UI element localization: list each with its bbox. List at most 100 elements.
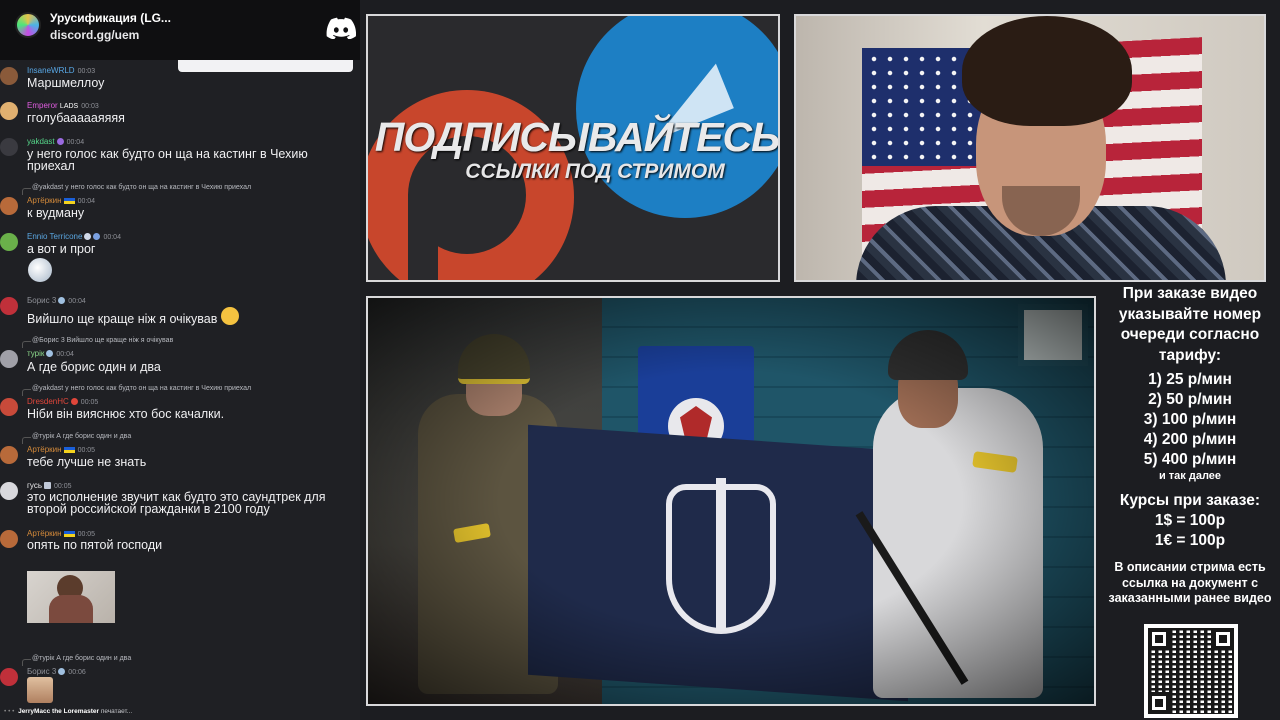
message-author[interactable]: Артёркин: [27, 445, 62, 454]
message-time: 00:04: [103, 234, 121, 241]
ship-icon: [84, 233, 92, 241]
avatar[interactable]: [0, 138, 18, 156]
reply-preview[interactable]: @Борис 3 Вийшло ще краще ніж я очікував: [21, 337, 173, 348]
avatar[interactable]: [0, 668, 18, 686]
avatar[interactable]: [0, 197, 18, 215]
message-author[interactable]: Ennio Terricone: [27, 232, 82, 241]
member-badge-icon: [56, 138, 64, 146]
sticker-image[interactable]: [27, 677, 53, 703]
message-text: тебе лучше не знать: [27, 455, 147, 469]
message-author[interactable]: DresdenHC: [27, 397, 69, 406]
rate-item: 1$ = 100р: [1154, 512, 1226, 529]
tariff-item: 2) 50 р/мин: [1148, 391, 1232, 408]
avatar[interactable]: [0, 482, 18, 500]
image-attachment[interactable]: [27, 571, 115, 623]
message-text: Ніби він вияснює хто бос качалки.: [27, 407, 225, 421]
chat-message: @Борис 3 Вийшло ще краще ніж я очікував …: [0, 335, 358, 375]
qr-eye: [1212, 628, 1234, 650]
qr-code[interactable]: [1144, 624, 1238, 718]
message-time: 00:04: [77, 198, 96, 205]
message-author[interactable]: Борис 3: [27, 667, 56, 676]
attachment-person-body: [49, 595, 93, 623]
avatar[interactable]: [0, 67, 18, 85]
chat-message: yakdast 00:04 у него голос как будто он щ…: [0, 135, 358, 175]
message-time: 00:04: [56, 351, 74, 358]
avatar[interactable]: [0, 446, 18, 464]
reply-preview[interactable]: @yakdast у него голос как будто он ща на…: [21, 184, 251, 195]
emoji-sticker-icon[interactable]: [28, 258, 52, 282]
overlay-bar: [178, 60, 353, 72]
message-text: а вот и прог: [27, 242, 96, 256]
avatar[interactable]: [0, 233, 18, 251]
server-icon[interactable]: [15, 12, 41, 38]
tariff-item: 1) 25 р/мин: [1148, 371, 1232, 388]
tariff-item: 5) 400 р/мин: [1143, 451, 1237, 468]
message-author[interactable]: Артёркин: [27, 196, 62, 205]
chat-message: Emperor LADS 00:03 гголубаааааяяяя: [0, 99, 358, 129]
message-time: 00:04: [68, 298, 86, 305]
typing-indicator: • • • JerryMacc the Loremaster печатает.…: [4, 708, 133, 715]
stream-layout: Урусификация (LG... discord.gg/uem Insan…: [0, 0, 1280, 720]
message-author[interactable]: Борис 3: [27, 296, 56, 305]
message-author[interactable]: InsaneWRLD: [27, 66, 75, 75]
message-text: это исполнение звучит как будто это саун…: [27, 490, 326, 516]
badge-icon: [93, 233, 101, 241]
chat-panel: Урусификация (LG... discord.gg/uem Insan…: [0, 0, 360, 720]
chat-message: гусь 00:05 это исполнение звучит как будт…: [0, 479, 358, 519]
promo-panel: ПОДПИСЫВАЙТЕСЬ ССЫЛКИ ПОД СТРИМОМ: [366, 14, 780, 282]
chat-message: Артёркин 00:05 опять по пятой господи: [0, 527, 358, 557]
badge-icon: [70, 398, 78, 406]
tariff-more: и так далее: [1158, 470, 1222, 482]
message-time: 00:04: [66, 139, 85, 146]
description-note: В описании стрима есть ссылка на докумен…: [1108, 560, 1272, 605]
chat-message: Ennio Terricone 00:04 а вот и прог: [0, 230, 358, 282]
server-name: Урусификация (LG...: [50, 11, 171, 25]
avatar[interactable]: [0, 398, 18, 416]
message-text: опять по пятой господи: [27, 538, 163, 552]
tariff-item: 3) 100 р/мин: [1143, 411, 1237, 428]
tariff-item: 4) 200 р/мин: [1143, 431, 1237, 448]
discord-icon[interactable]: [326, 17, 356, 39]
avatar[interactable]: [0, 350, 18, 368]
server-invite-link[interactable]: discord.gg/uem: [50, 28, 139, 42]
video-vignette: [368, 298, 1094, 704]
avatar[interactable]: [0, 530, 18, 548]
message-author[interactable]: Артёркин: [27, 529, 62, 538]
message-author[interactable]: Emperor: [27, 101, 58, 110]
streamer-hair: [962, 16, 1132, 126]
webcam-panel: [794, 14, 1266, 282]
message-time: 00:03: [81, 103, 99, 110]
reply-preview[interactable]: @турік А где борис один и два: [21, 433, 131, 444]
reply-preview[interactable]: @yakdast у него голос как будто он ща на…: [21, 385, 251, 396]
avatar[interactable]: [0, 102, 18, 120]
chat-message: @турік А где борис один и два Артёркин 00…: [0, 431, 358, 471]
ukraine-flag-icon: [63, 197, 75, 204]
promo-title: ПОДПИСЫВАЙТЕСЬ: [374, 114, 780, 160]
message-author[interactable]: гусь: [27, 481, 42, 490]
promo-subtitle: ССЫЛКИ ПОД СТРИМОМ: [465, 160, 725, 183]
message-time: 00:05: [77, 531, 96, 538]
chat-message: Борис 3 00:04 Вийшло ще краще ніж я очіку…: [0, 294, 358, 334]
message-text: к вудману: [27, 206, 85, 220]
ukraine-flag-icon: [63, 446, 75, 453]
chat-message: @yakdast у него голос как будто он ща на…: [0, 182, 358, 222]
avatar[interactable]: [0, 297, 18, 315]
rates-heading: Курсы при заказе:: [1119, 492, 1261, 509]
message-time: 00:03: [77, 68, 96, 75]
message-author[interactable]: турік: [27, 349, 44, 358]
grin-emoji-icon: [220, 306, 239, 325]
message-author[interactable]: yakdast: [27, 137, 55, 146]
badge-icon: [44, 482, 51, 490]
reply-preview[interactable]: @турік А где борис один и два: [21, 655, 131, 666]
message-text: у него голос как будто он ща на кастинг …: [27, 147, 308, 173]
message-time: 00:05: [54, 483, 72, 490]
message-time: 00:06: [68, 669, 86, 676]
qr-pattern: [1148, 628, 1234, 714]
qr-eye: [1148, 692, 1170, 714]
chat-message: @турік А где борис один и два Борис 3 00:…: [0, 653, 358, 705]
video-panel[interactable]: [366, 296, 1096, 706]
badge-icon: [58, 668, 66, 676]
message-time: 00:05: [77, 447, 96, 454]
message-time: 00:05: [80, 399, 99, 406]
chat-message: @yakdast у него голос как будто он ща на…: [0, 383, 358, 423]
